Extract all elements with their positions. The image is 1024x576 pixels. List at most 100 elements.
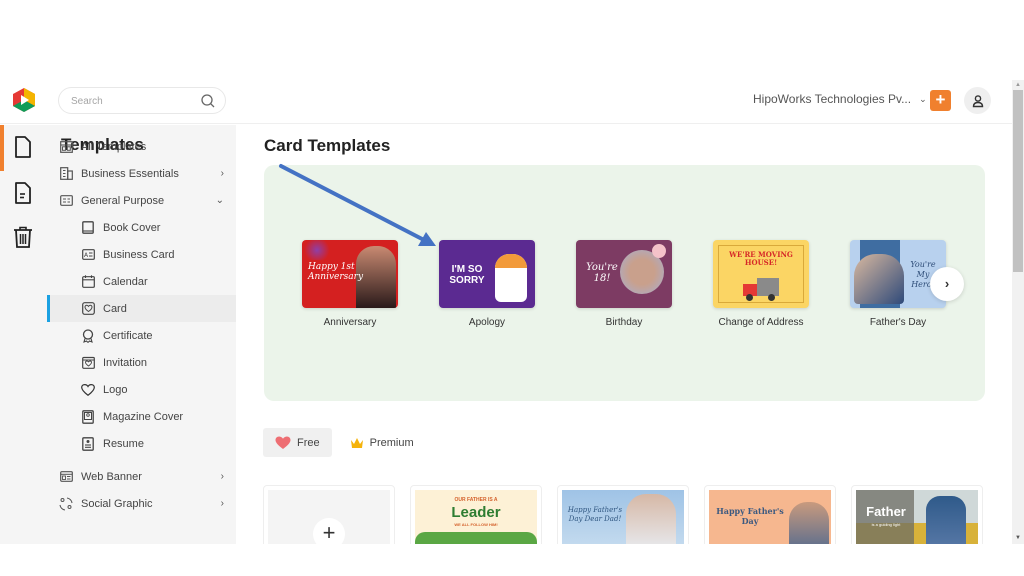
chevron-right-icon[interactable]: › [221, 471, 224, 482]
category-label: Change of Address [718, 317, 804, 328]
id-card-icon: A [81, 248, 95, 262]
scroll-down-arrow[interactable]: ▼ [1012, 534, 1024, 543]
sidebar-item-label: Calendar [103, 275, 148, 288]
sidebar-item-label: Certificate [103, 329, 153, 342]
rail-item-documents[interactable] [12, 181, 34, 205]
sidebar-item-resume[interactable]: Resume [47, 430, 236, 457]
thumb-text: WE'RE MOVING HOUSE! [729, 250, 793, 267]
sidebar-item-label: Resume [103, 437, 144, 450]
top-bar: HipoWorks Technologies Pv... ⌄ + [0, 80, 1012, 124]
sidebar-item-calendar[interactable]: Calendar [47, 268, 236, 295]
category-card-change-of-address[interactable]: WE'RE MOVING HOUSE! Change of Address [713, 240, 809, 328]
list-icon [59, 194, 73, 208]
carousel-next-button[interactable]: › [930, 267, 964, 301]
sidebar-item-magazine-cover[interactable]: Magazine Cover [47, 403, 236, 430]
search-box[interactable] [58, 87, 226, 114]
book-icon [81, 221, 95, 235]
category-card-birthday[interactable]: You're 18! Birthday [576, 240, 672, 328]
search-icon[interactable] [200, 93, 216, 109]
template-tile[interactable]: Father is a guiding light [851, 485, 983, 544]
sidebar-item-label: Web Banner [81, 470, 142, 483]
apology-thumbnail: I'M SO SORRY [439, 240, 535, 308]
sidebar-item-label: All Templates [81, 140, 147, 153]
thumb-title: Happy Father's Day Dear Dad! [567, 506, 623, 523]
category-card-apology[interactable]: I'M SO SORRY Apology [439, 240, 535, 328]
building-icon [59, 167, 73, 181]
scroll-up-arrow[interactable]: ▲ [1012, 81, 1024, 90]
svg-text:A: A [84, 252, 89, 259]
chevron-down-icon[interactable]: ⌄ [216, 195, 224, 206]
filter-label: Premium [369, 436, 414, 449]
filter-premium[interactable]: Premium [338, 428, 426, 457]
sidebar-item-label: Business Essentials [81, 167, 179, 180]
trash-icon [14, 226, 32, 248]
add-button[interactable]: + [930, 90, 951, 111]
sidebar-item-general-purpose[interactable]: General Purpose ⌄ [47, 187, 236, 214]
heart-icon [275, 436, 291, 449]
crown-icon [350, 437, 363, 448]
banner-icon [59, 470, 73, 484]
left-rail [0, 125, 47, 544]
sidebar-item-label: Invitation [103, 356, 148, 369]
sidebar-item-business-card[interactable]: A Business Card [47, 241, 236, 268]
sidebar-item-invitation[interactable]: Invitation [47, 349, 236, 376]
blank-template-tile[interactable]: + [263, 485, 395, 544]
filter-free[interactable]: Free [263, 428, 332, 457]
sidebar-item-card[interactable]: Card [47, 295, 236, 322]
document-icon [15, 182, 31, 204]
social-icon [59, 496, 73, 511]
category-carousel: Happy 1st Anniversary Anniversary I'M SO… [264, 165, 985, 401]
calendar-icon [81, 275, 95, 289]
price-filters: Free Premium [263, 428, 426, 457]
chevron-down-icon: ⌄ [919, 93, 927, 104]
plus-icon[interactable]: + [313, 518, 345, 544]
scrollbar-thumb[interactable] [1013, 90, 1023, 272]
sidebar-item-certificate[interactable]: Certificate [47, 322, 236, 349]
sidebar-item-social-graphic[interactable]: Social Graphic › [47, 490, 236, 517]
category-label: Anniversary [323, 317, 377, 328]
thumb-sub-text: is a guiding light [871, 522, 901, 527]
category-label: Birthday [605, 317, 643, 328]
app-logo[interactable] [11, 87, 37, 113]
sidebar-item-label: General Purpose [81, 194, 165, 207]
user-avatar[interactable] [964, 87, 991, 114]
sidebar-item-label: Magazine Cover [103, 410, 184, 423]
search-input[interactable] [71, 93, 191, 109]
sidebar-item-label: Card [103, 302, 127, 315]
rail-active-indicator [0, 125, 4, 171]
sidebar-item-label: Business Card [103, 248, 175, 261]
thumb-title: Happy Father's Day [716, 506, 784, 526]
organization-switcher[interactable]: HipoWorks Technologies Pv... ⌄ [753, 92, 927, 106]
vertical-scrollbar[interactable]: ▲ ▼ [1012, 80, 1024, 544]
rail-item-trash[interactable] [12, 225, 34, 249]
template-tile[interactable]: OUR FATHER IS A Leader WE ALL FOLLOW HIM… [410, 485, 542, 544]
category-label: Father's Day [869, 317, 927, 328]
thumb-text: You're 18! [586, 262, 618, 284]
user-icon [972, 94, 983, 107]
resume-icon [81, 436, 95, 451]
thumb-sub-text: WE ALL FOLLOW HIM! [454, 522, 498, 527]
anniversary-thumbnail: Happy 1st Anniversary [302, 240, 398, 308]
change-of-address-thumbnail: WE'RE MOVING HOUSE! [713, 240, 809, 308]
category-card-anniversary[interactable]: Happy 1st Anniversary Anniversary [302, 240, 398, 328]
card-icon [81, 302, 95, 316]
category-label: Apology [468, 317, 506, 328]
template-tile[interactable]: Happy Father's Day [704, 485, 836, 544]
rail-item-templates[interactable] [12, 135, 34, 159]
thumb-title: Leader [451, 504, 501, 521]
sidebar-item-all-templates[interactable]: All Templates [47, 133, 236, 160]
templates-sidebar: Templates All Templates Business Essentia… [47, 125, 236, 544]
template-tile[interactable]: Happy Father's Day Dear Dad! [557, 485, 689, 544]
thumb-text: Happy 1st Anniversary [308, 262, 364, 282]
sidebar-item-logo[interactable]: Logo [47, 376, 236, 403]
page-bottom-margin [0, 544, 1024, 576]
sidebar-item-web-banner[interactable]: Web Banner › [47, 463, 236, 490]
award-icon [81, 328, 95, 343]
chevron-right-icon[interactable]: › [221, 498, 224, 509]
heart-icon [81, 383, 95, 397]
template-grid: + OUR FATHER IS A Leader WE ALL FOLLOW H… [263, 485, 993, 544]
sidebar-item-book-cover[interactable]: Book Cover [47, 214, 236, 241]
main-content: Card Templates Happy 1st Anniversary Ann… [236, 125, 1012, 544]
sidebar-item-business-essentials[interactable]: Business Essentials › [47, 160, 236, 187]
chevron-right-icon[interactable]: › [221, 168, 224, 179]
